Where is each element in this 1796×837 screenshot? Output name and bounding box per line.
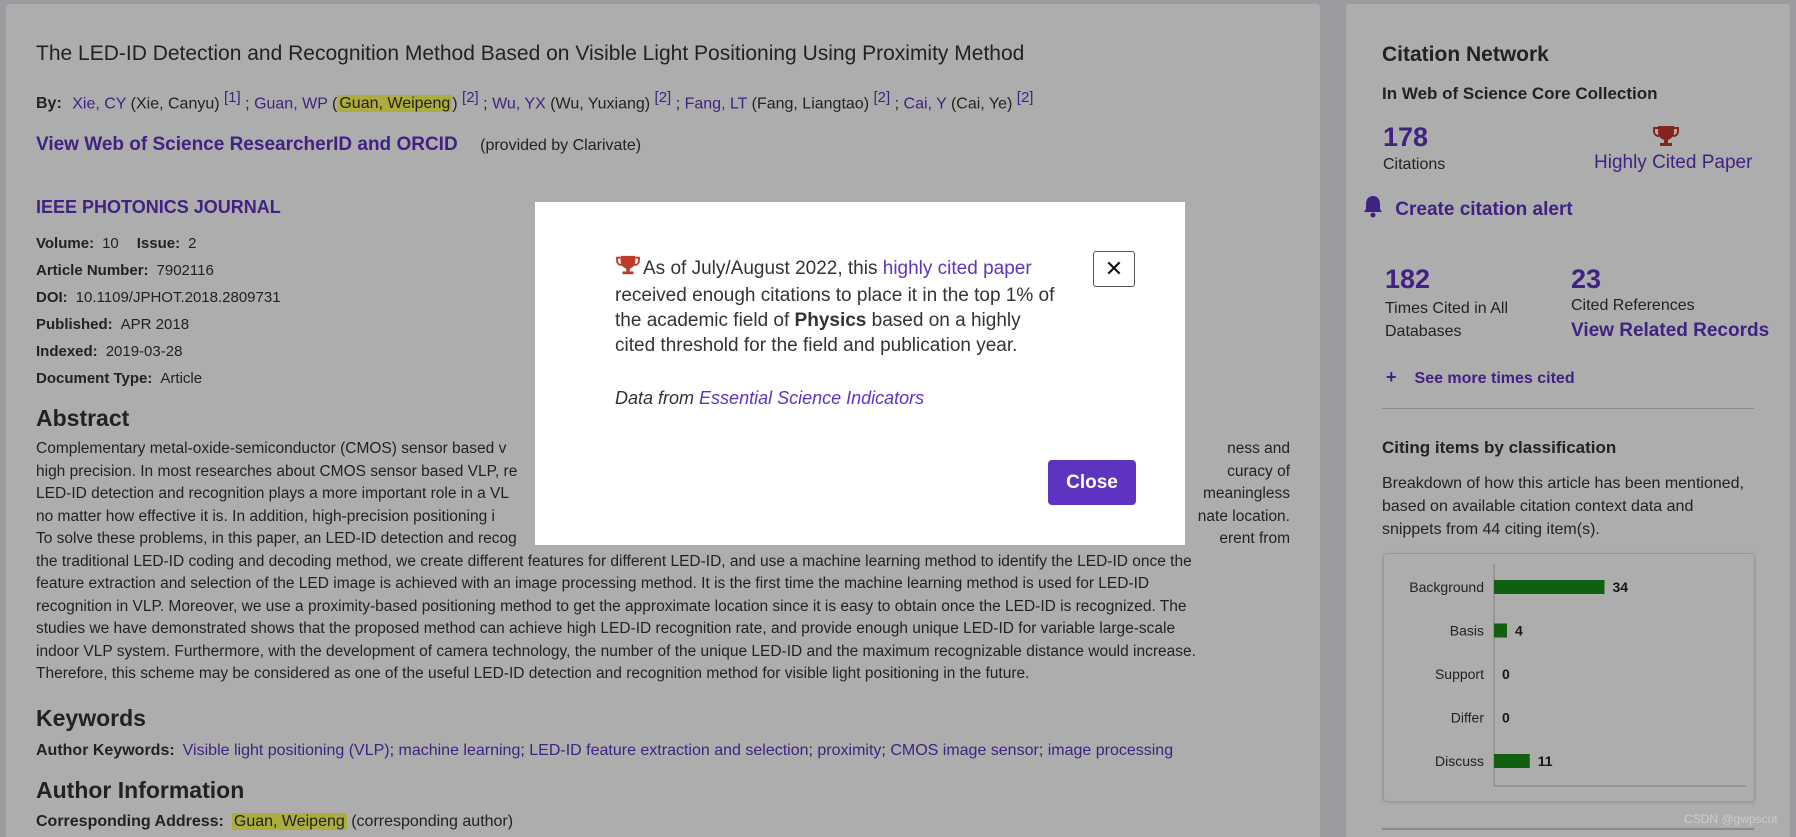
highly-cited-paper-inline-link[interactable]: highly cited paper (883, 258, 1032, 279)
academic-field: Physics (794, 310, 867, 331)
essential-science-indicators-link[interactable]: Essential Science Indicators (699, 388, 924, 408)
close-icon[interactable]: ✕ (1093, 251, 1135, 287)
highly-cited-dialog: As of July/August 2022, this highly cite… (535, 202, 1185, 545)
close-button[interactable]: Close (1048, 460, 1136, 505)
watermark: CSDN @gwpscut (1684, 812, 1778, 826)
data-source-line: Data from Essential Science Indicators (615, 388, 924, 409)
data-source-prefix: Data from (615, 388, 695, 408)
trophy-icon (615, 254, 641, 283)
highly-cited-message: As of July/August 2022, this highly cite… (615, 254, 1065, 358)
message-text-pre: As of July/August 2022, this (643, 258, 878, 279)
page: The LED-ID Detection and Recognition Met… (0, 0, 1796, 837)
